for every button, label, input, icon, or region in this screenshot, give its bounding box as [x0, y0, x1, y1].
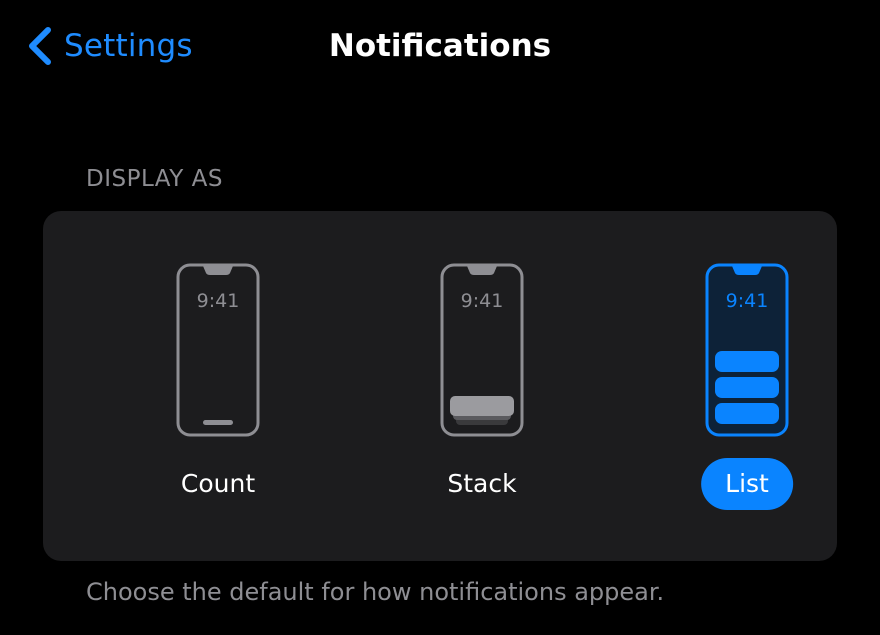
page-title: Notifications — [328, 28, 552, 64]
phone-count-icon: 9:41 — [176, 263, 260, 437]
phone-time: 9:41 — [197, 290, 240, 312]
option-stack[interactable]: 9:41 Stack — [382, 211, 582, 561]
phone-time: 9:41 — [461, 290, 504, 312]
option-list-label: List — [701, 458, 793, 510]
display-as-card: 9:41 Count 9:41 Stack 9:41 List — [43, 211, 837, 561]
section-footer: Choose the default for how notifications… — [86, 578, 665, 606]
option-list[interactable]: 9:41 List — [647, 211, 847, 561]
phone-stack-icon: 9:41 — [440, 263, 524, 437]
option-count-label: Count — [180, 469, 256, 498]
option-stack-label: Stack — [447, 469, 517, 498]
section-header: DISPLAY AS — [86, 166, 223, 192]
phone-time: 9:41 — [726, 290, 769, 312]
notifications-screen: Settings Notifications DISPLAY AS 9:41 C… — [0, 0, 880, 635]
option-count[interactable]: 9:41 Count — [118, 211, 318, 561]
phone-list-icon: 9:41 — [705, 263, 789, 437]
